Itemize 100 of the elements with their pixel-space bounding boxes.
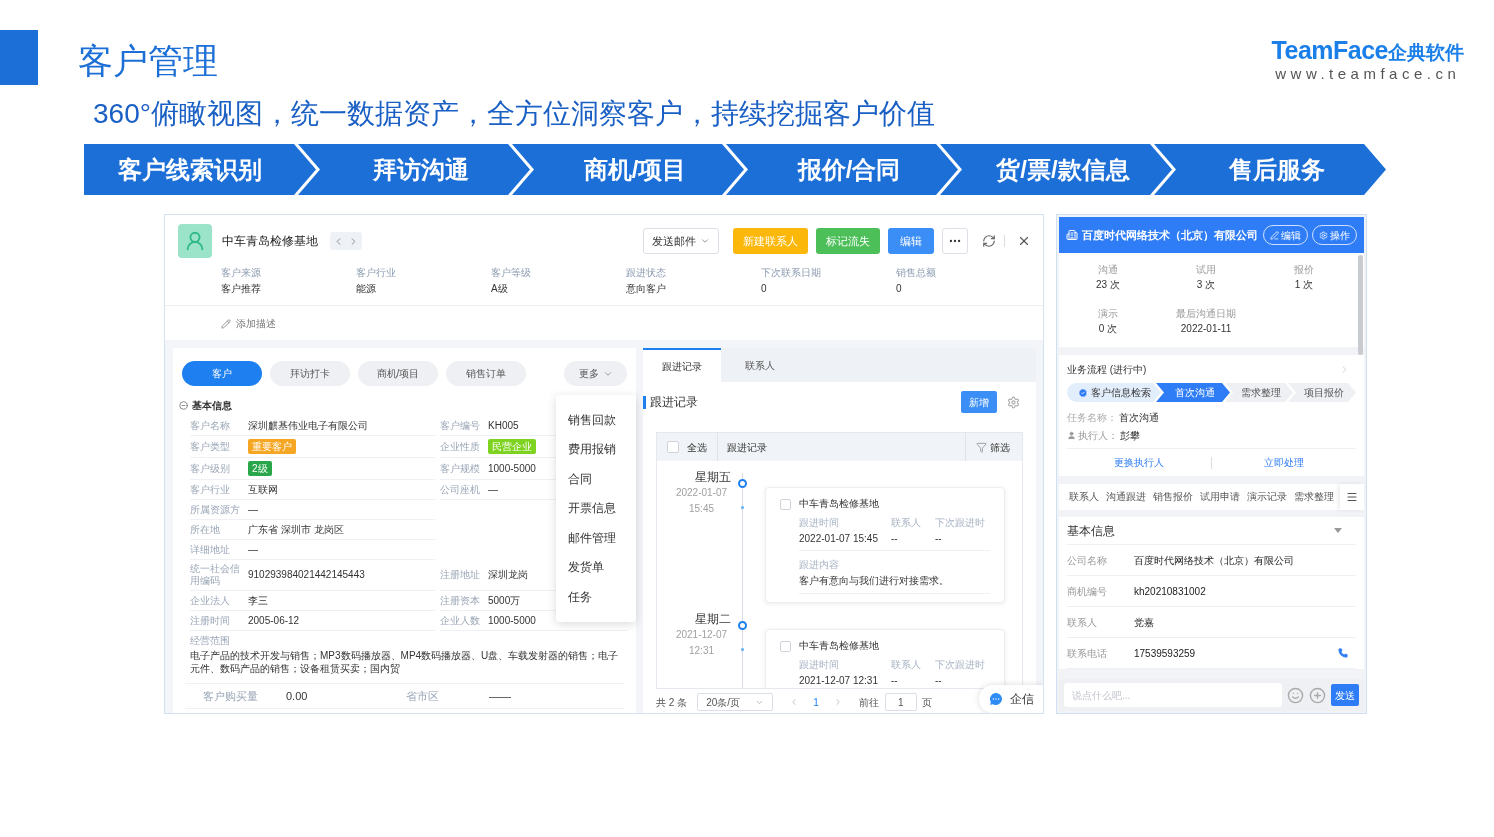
field-label: 客户编号 bbox=[440, 419, 481, 432]
field-value: 李三 bbox=[248, 594, 268, 607]
tab[interactable]: 试用申请 bbox=[1200, 490, 1240, 504]
field-label: 企业人数 bbox=[440, 614, 481, 627]
field-label: 注册资本 bbox=[440, 594, 481, 607]
caret-down-icon[interactable] bbox=[1334, 528, 1342, 533]
field-tag: 重要客户 bbox=[248, 439, 296, 454]
action-link[interactable]: 更换执行人 bbox=[1114, 455, 1164, 470]
menu-item[interactable]: 开票信息 bbox=[556, 493, 636, 523]
summary-label: 客户等级 bbox=[491, 266, 532, 280]
refresh-icon[interactable] bbox=[982, 234, 996, 248]
field-label: 详细地址 bbox=[190, 543, 231, 556]
menu-item[interactable]: 发货单 bbox=[556, 552, 636, 582]
current-page[interactable]: 1 bbox=[813, 694, 819, 710]
tab[interactable]: 跟进记录 bbox=[643, 348, 721, 382]
add-icon[interactable] bbox=[1309, 686, 1326, 704]
task-label: 任务名称： bbox=[1067, 410, 1117, 425]
close-icon[interactable] bbox=[1017, 234, 1031, 248]
field-value: 深圳龙岗 bbox=[488, 569, 528, 581]
field-value: KH005 bbox=[488, 419, 519, 432]
goto-label: 前往 bbox=[858, 695, 879, 710]
menu-item[interactable]: 邮件管理 bbox=[556, 523, 636, 553]
workflow-step[interactable]: 客户信息检索 bbox=[1067, 383, 1161, 402]
contact-card-icon bbox=[178, 224, 212, 258]
pill-tab[interactable]: 客户 bbox=[182, 361, 262, 386]
more-dropdown[interactable]: 更多 bbox=[564, 361, 627, 386]
workflow-step[interactable]: 首次沟通 bbox=[1156, 383, 1230, 402]
send-email-dropdown[interactable]: 发送邮件 bbox=[643, 228, 719, 254]
menu-item[interactable]: 任务 bbox=[556, 582, 636, 612]
tab[interactable]: 需求整理 bbox=[1294, 490, 1334, 504]
field-label: 客户名称 bbox=[190, 419, 231, 432]
assignee-label: 执行人： bbox=[1078, 428, 1118, 443]
filter-button[interactable]: 筛选 bbox=[976, 439, 1010, 455]
stat-value: 23 次 bbox=[1096, 278, 1120, 292]
process-step: 售后服务 bbox=[1154, 144, 1386, 195]
tab[interactable]: 联系人 bbox=[1069, 490, 1099, 504]
info-label: 商机编号 bbox=[1067, 584, 1108, 599]
send-button[interactable]: 发送 bbox=[1331, 684, 1359, 706]
entry-date: 2022-01-07 bbox=[675, 486, 728, 500]
menu-item[interactable]: 合同 bbox=[556, 464, 636, 494]
customer-name: 中车青岛检修基地 bbox=[222, 233, 318, 250]
scrollbar-thumb[interactable] bbox=[1358, 255, 1363, 355]
entry-field-label: 联系人 bbox=[891, 516, 922, 530]
check-circle-icon bbox=[1077, 387, 1088, 398]
menu-icon bbox=[1346, 491, 1358, 503]
info-label: 公司名称 bbox=[1067, 553, 1108, 568]
weekday: 星期五 bbox=[695, 469, 731, 485]
process-step: 拜访沟通 bbox=[298, 144, 530, 195]
field-label: 经营范围 bbox=[190, 635, 231, 647]
stat-value: 2022-01-11 bbox=[1180, 322, 1232, 336]
menu-button[interactable] bbox=[1340, 484, 1364, 510]
pen-icon bbox=[1270, 230, 1279, 240]
add-description-link[interactable]: 添加描述 bbox=[236, 316, 276, 331]
page-title: 客户管理 bbox=[78, 41, 218, 82]
menu-item[interactable]: 销售回款 bbox=[556, 405, 636, 435]
tab[interactable]: 联系人 bbox=[721, 348, 799, 382]
pill-tab[interactable]: 商机/项目 bbox=[358, 361, 438, 386]
settings-icon[interactable] bbox=[1007, 395, 1020, 409]
page-size-select[interactable]: 20条/页 bbox=[697, 693, 774, 711]
workflow-step[interactable]: 需求整理 bbox=[1225, 383, 1293, 402]
emoji-icon[interactable] bbox=[1287, 686, 1304, 704]
summary-label: 跟进状态 bbox=[626, 266, 667, 280]
tab[interactable]: 沟通跟进 bbox=[1106, 490, 1146, 504]
phone-icon[interactable] bbox=[1338, 648, 1348, 658]
collapse-icon[interactable] bbox=[179, 400, 188, 410]
action-link[interactable]: 立即处理 bbox=[1264, 455, 1304, 470]
menu-item[interactable]: 费用报销 bbox=[556, 434, 636, 464]
pill-tab[interactable]: 拜访打卡 bbox=[270, 361, 350, 386]
select-all-label: 全选 bbox=[687, 440, 707, 455]
entry-checkbox[interactable] bbox=[780, 640, 791, 652]
entry-time: 15:45 bbox=[689, 502, 714, 516]
field-value: 1000-5000 bbox=[488, 462, 536, 475]
summary-value: A级 bbox=[491, 282, 509, 296]
entry-content: 客户有意向与我们进行对接需求。 bbox=[799, 574, 950, 588]
section-title: 跟进记录 bbox=[650, 394, 698, 411]
brand-url: www.teamface.cn bbox=[1275, 65, 1461, 83]
chat-button[interactable]: 企信 bbox=[979, 685, 1043, 713]
summary-label: 客户行业 bbox=[356, 266, 397, 280]
pill-tab[interactable]: 销售订单 bbox=[446, 361, 526, 386]
entry-field-label: 跟进时间 bbox=[799, 516, 840, 530]
tab[interactable]: 演示记录 bbox=[1247, 490, 1287, 504]
select-all-checkbox[interactable] bbox=[667, 441, 679, 453]
entry-checkbox[interactable] bbox=[780, 498, 791, 510]
field-label: 公司座机 bbox=[440, 483, 481, 496]
info-value: 17539593259 bbox=[1134, 646, 1196, 661]
summary-value: 意向客户 bbox=[626, 282, 667, 296]
entry-field-value: -- bbox=[891, 674, 899, 688]
weekday: 星期二 bbox=[695, 611, 731, 627]
goto-page-input[interactable]: 1 bbox=[884, 693, 917, 711]
field-tag: 民营企业 bbox=[488, 439, 536, 454]
stat-label: 试用 bbox=[1196, 263, 1216, 277]
field-label: 企业性质 bbox=[440, 440, 481, 453]
workflow-step[interactable]: 项目报价 bbox=[1288, 383, 1356, 402]
field-value: 广东省 深圳市 龙岗区 bbox=[248, 523, 344, 536]
field-label: 所属资源方 bbox=[190, 503, 241, 516]
more-button[interactable] bbox=[942, 228, 968, 254]
tab[interactable]: 销售报价 bbox=[1153, 490, 1193, 504]
info-value: 党嘉 bbox=[1134, 615, 1154, 630]
section-title: 基本信息 bbox=[1067, 522, 1115, 540]
process-step: 货/票/款信息 bbox=[940, 144, 1172, 195]
